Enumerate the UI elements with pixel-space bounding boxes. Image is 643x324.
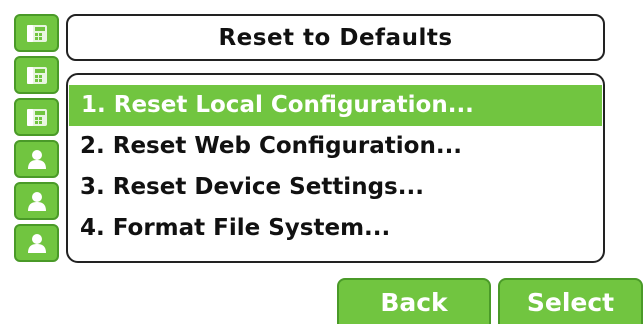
menu-item-label: 2. Reset Web Configuration... bbox=[80, 133, 463, 159]
select-button[interactable]: Select bbox=[498, 278, 643, 324]
line-key-6[interactable] bbox=[14, 224, 59, 262]
line-key-3[interactable] bbox=[14, 98, 59, 136]
menu-item-reset-device-settings[interactable]: 3. Reset Device Settings... bbox=[68, 167, 603, 208]
menu-list: 1. Reset Local Configuration... 2. Reset… bbox=[68, 85, 603, 249]
line-key-1[interactable] bbox=[14, 14, 59, 52]
back-button[interactable]: Back bbox=[337, 278, 491, 324]
contact-icon bbox=[27, 150, 46, 169]
contact-icon bbox=[27, 192, 46, 211]
menu-item-format-file-system[interactable]: 4. Format File System... bbox=[68, 208, 603, 249]
back-button-label: Back bbox=[380, 287, 448, 317]
select-button-label: Select bbox=[526, 287, 615, 317]
line-key-4[interactable] bbox=[14, 140, 59, 178]
desk-phone-icon bbox=[26, 67, 47, 84]
menu-item-label: 3. Reset Device Settings... bbox=[80, 174, 424, 200]
menu-item-reset-local-configuration[interactable]: 1. Reset Local Configuration... bbox=[69, 85, 602, 126]
line-key-2[interactable] bbox=[14, 56, 59, 94]
page-title: Reset to Defaults bbox=[218, 24, 453, 51]
contact-icon bbox=[27, 234, 46, 253]
desk-phone-icon bbox=[26, 109, 47, 126]
line-keys-column bbox=[14, 14, 59, 262]
menu-item-label: 1. Reset Local Configuration... bbox=[81, 92, 474, 118]
phone-screen: Reset to Defaults 1. Reset Local Configu… bbox=[0, 0, 643, 324]
title-bar: Reset to Defaults bbox=[66, 14, 605, 61]
menu-item-label: 4. Format File System... bbox=[80, 215, 391, 241]
desk-phone-icon bbox=[26, 25, 47, 42]
menu-item-reset-web-configuration[interactable]: 2. Reset Web Configuration... bbox=[68, 126, 603, 167]
menu-panel: 1. Reset Local Configuration... 2. Reset… bbox=[66, 73, 605, 263]
line-key-5[interactable] bbox=[14, 182, 59, 220]
